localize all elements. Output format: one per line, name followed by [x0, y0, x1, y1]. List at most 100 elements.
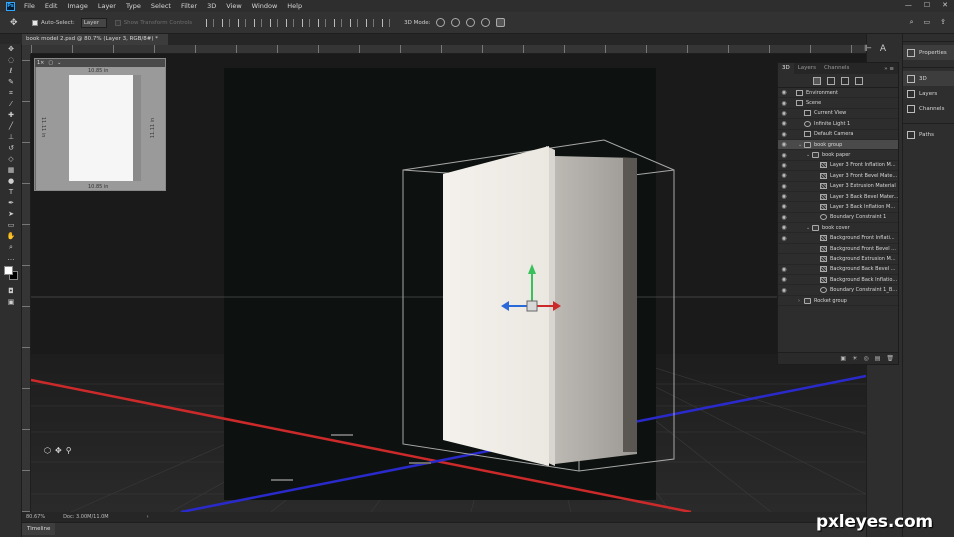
- menu-filter[interactable]: Filter: [181, 2, 197, 10]
- menu-help[interactable]: Help: [287, 2, 302, 10]
- slide-icon[interactable]: [481, 18, 491, 27]
- tree-row[interactable]: ◉ Layer 3 Extrusion Material: [778, 182, 898, 192]
- healing-brush-tool-icon[interactable]: ✚: [0, 110, 22, 121]
- crop-tool-icon[interactable]: ⌗: [0, 88, 22, 99]
- document-tab[interactable]: book model 2.psd @ 80.7% (Layer 3, RGB/8…: [22, 34, 168, 53]
- tree-row[interactable]: ◉ Boundary Constraint 1_B...: [778, 285, 898, 296]
- menu-window[interactable]: Window: [252, 2, 278, 10]
- brush-tool-icon[interactable]: ╱: [0, 121, 22, 132]
- visibility-eye-icon[interactable]: ◉: [778, 235, 790, 242]
- visibility-eye-icon[interactable]: ◉: [778, 110, 790, 117]
- eyedropper-tool-icon[interactable]: ⁄: [0, 99, 22, 110]
- distribute-bottom-icon[interactable]: [334, 18, 343, 27]
- view-menu-icon[interactable]: ⌄: [57, 60, 61, 66]
- distribute-right-icon[interactable]: [382, 18, 391, 27]
- visibility-eye-icon[interactable]: ◉: [778, 89, 790, 96]
- move-tool-icon[interactable]: ✥: [10, 18, 24, 28]
- drag-icon[interactable]: [466, 18, 476, 27]
- cube-icon[interactable]: ▣: [840, 355, 846, 362]
- tree-row[interactable]: ◉ Layer 3 Front Bevel Mate...: [778, 171, 898, 182]
- canvas-area[interactable]: 1× ▢ ⌄ 10.85 in 10.85 in 11.11 in 11.11 …: [31, 54, 866, 512]
- hand-tool-icon[interactable]: ✋: [0, 231, 22, 242]
- dodge-tool-icon[interactable]: ●: [0, 176, 22, 187]
- search-icon[interactable]: ⌕: [910, 18, 914, 27]
- align-right-icon[interactable]: [286, 18, 295, 27]
- tree-row[interactable]: ◉ Background Back Bevel ...: [778, 265, 898, 276]
- visibility-eye-icon[interactable]: ◉: [778, 276, 790, 283]
- visibility-eye-icon[interactable]: ◉: [778, 297, 790, 304]
- panel-layers[interactable]: Layers: [903, 86, 954, 101]
- lights-filter-icon[interactable]: [855, 76, 863, 85]
- panel-menu-icon[interactable]: » ≡: [884, 66, 898, 72]
- panel-paths[interactable]: Paths: [903, 127, 954, 142]
- visibility-eye-icon[interactable]: ◉: [778, 245, 790, 252]
- eraser-tool-icon[interactable]: ◇: [0, 154, 22, 165]
- distribute-center-icon[interactable]: [366, 18, 375, 27]
- menu-select[interactable]: Select: [151, 2, 171, 10]
- tab-channels[interactable]: Channels: [820, 63, 853, 74]
- tree-row[interactable]: ◉ Layer 3 Back Inflation M...: [778, 202, 898, 213]
- panel-channels[interactable]: Channels: [903, 101, 954, 116]
- visibility-eye-icon[interactable]: ◉: [778, 172, 790, 179]
- zoom-level[interactable]: 80.67%: [26, 514, 45, 520]
- panel-3d[interactable]: 3D: [903, 71, 954, 86]
- auto-select-checkbox[interactable]: [32, 19, 38, 26]
- distribute-top-icon[interactable]: [302, 18, 311, 27]
- auto-select-target-dropdown[interactable]: Layer: [80, 17, 107, 28]
- tree-row[interactable]: ◉ Layer 3 Front Inflation M...: [778, 161, 898, 172]
- visibility-eye-icon[interactable]: ◉: [778, 266, 790, 273]
- workspace-icon[interactable]: ▭: [924, 18, 931, 27]
- status-menu-arrow[interactable]: ›: [147, 514, 149, 520]
- marquee-tool-icon[interactable]: ◌: [0, 55, 22, 66]
- gradient-tool-icon[interactable]: ▦: [0, 165, 22, 176]
- tree-row[interactable]: ◉ Boundary Constraint 1: [778, 213, 898, 224]
- menu-layer[interactable]: Layer: [98, 2, 116, 10]
- menu-file[interactable]: File: [24, 2, 35, 10]
- visibility-eye-icon[interactable]: ◉: [778, 255, 790, 262]
- screen-mode-icon[interactable]: ▣: [0, 297, 22, 308]
- tree-row[interactable]: ◉ ⌄ book group: [778, 139, 898, 151]
- cube-view-icon[interactable]: ⬡: [44, 446, 51, 455]
- tree-row[interactable]: ◉ Background Back Inflatio...: [778, 275, 898, 286]
- clone-stamp-tool-icon[interactable]: ⊥: [0, 132, 22, 143]
- shape-tool-icon[interactable]: ▭: [0, 220, 22, 231]
- lasso-tool-icon[interactable]: ℓ: [0, 66, 22, 77]
- delete-icon[interactable]: 🗑: [886, 355, 894, 362]
- align-middle-icon[interactable]: [222, 18, 231, 27]
- distribute-middle-icon[interactable]: [318, 18, 327, 27]
- new-icon[interactable]: ▤: [875, 355, 881, 362]
- visibility-eye-icon[interactable]: ◉: [778, 287, 790, 294]
- align-top-icon[interactable]: [206, 18, 215, 27]
- visibility-eye-icon[interactable]: ◉: [778, 193, 790, 200]
- menu-3d[interactable]: 3D: [207, 2, 216, 10]
- menu-view[interactable]: View: [226, 2, 241, 10]
- history-icon[interactable]: ⊩: [864, 44, 872, 54]
- visibility-eye-icon[interactable]: ◉: [778, 131, 790, 138]
- visibility-eye-icon[interactable]: ◉: [778, 120, 790, 127]
- light-view-icon[interactable]: ⚲: [66, 446, 72, 455]
- share-icon[interactable]: ⇪: [940, 18, 946, 27]
- type-tool-icon[interactable]: T: [0, 187, 22, 198]
- visibility-eye-icon[interactable]: ◉: [778, 214, 790, 221]
- more-tools-icon[interactable]: …: [0, 253, 22, 264]
- tree-row[interactable]: ◉ ⌄ book cover: [778, 223, 898, 234]
- tab-3d[interactable]: 3D: [778, 63, 794, 74]
- visibility-eye-icon[interactable]: ◉: [778, 141, 790, 148]
- character-icon[interactable]: A: [880, 44, 886, 54]
- panel-properties[interactable]: Properties: [903, 45, 954, 60]
- meshes-filter-icon[interactable]: [827, 76, 835, 85]
- visibility-eye-icon[interactable]: ◉: [778, 183, 790, 190]
- tree-row[interactable]: ◉ Environment: [778, 88, 898, 99]
- tree-row[interactable]: ◉ ⌄ book paper: [778, 150, 898, 161]
- tree-row[interactable]: ◉ Infinite Light 1: [778, 119, 898, 130]
- light-icon[interactable]: ☀: [852, 355, 857, 362]
- scale-icon[interactable]: [496, 18, 506, 27]
- path-select-tool-icon[interactable]: ➤: [0, 209, 22, 220]
- menu-image[interactable]: Image: [67, 2, 87, 10]
- timeline-tab[interactable]: Timeline: [22, 523, 56, 535]
- menu-edit[interactable]: Edit: [45, 2, 58, 10]
- render-icon[interactable]: ◎: [863, 355, 868, 362]
- secondary-view[interactable]: 1× ▢ ⌄ 10.85 in 10.85 in 11.11 in 11.11 …: [34, 58, 166, 191]
- view-dropdown-icon[interactable]: ▢: [48, 60, 53, 66]
- orbit-view-icon[interactable]: ✥: [55, 446, 62, 455]
